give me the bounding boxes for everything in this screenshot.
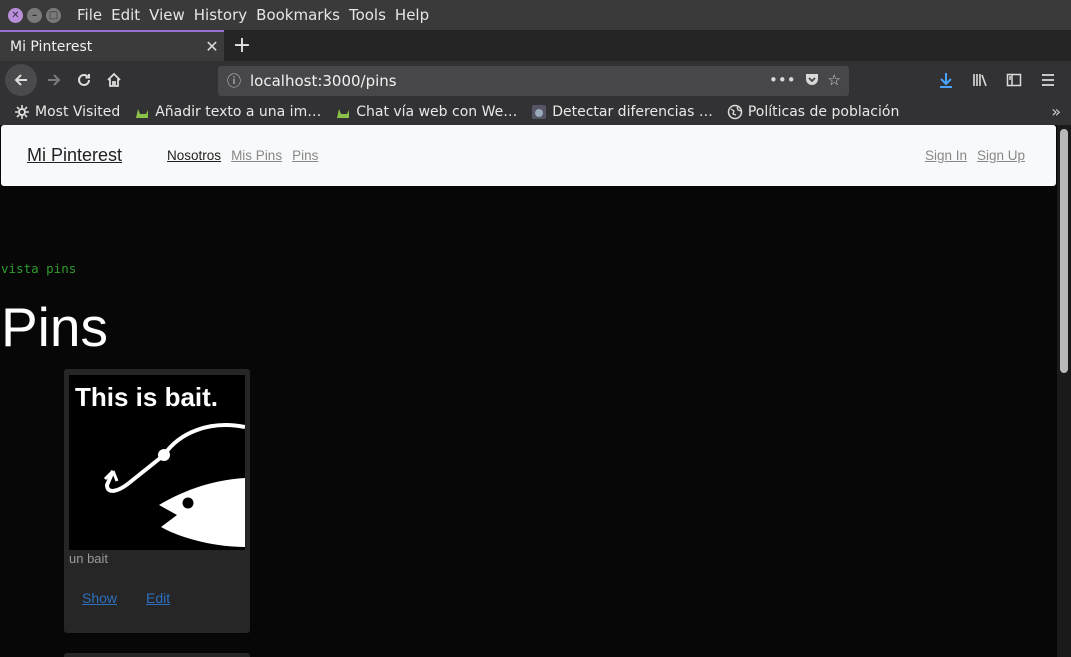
debug-label: vista pins: [1, 261, 77, 276]
site-navbar: Mi Pinterest Nosotros Mis Pins Pins Sign…: [1, 125, 1056, 186]
menu-file[interactable]: File: [77, 6, 102, 24]
sidebar-icon[interactable]: [999, 65, 1029, 95]
menu-view[interactable]: View: [149, 6, 185, 24]
dinosaur-icon: [335, 104, 351, 120]
site-brand-link[interactable]: Mi Pinterest: [27, 145, 122, 166]
bookmark-label: Chat vía web con We…: [356, 104, 518, 120]
bookmark-label: Añadir texto a una im…: [155, 104, 322, 120]
scrollbar-thumb[interactable]: [1060, 129, 1068, 373]
menu-history[interactable]: History: [194, 6, 247, 24]
pin-edit-link[interactable]: Edit: [146, 590, 170, 606]
nav-link-mis-pins[interactable]: Mis Pins: [231, 148, 282, 163]
close-tab-icon[interactable]: ✕: [200, 37, 224, 56]
forward-icon[interactable]: [39, 65, 69, 95]
page-content: Mi Pinterest Nosotros Mis Pins Pins Sign…: [0, 125, 1057, 657]
pin-show-link[interactable]: Show: [82, 590, 117, 606]
library-icon[interactable]: [965, 65, 995, 95]
sign-up-link[interactable]: Sign Up: [977, 148, 1025, 163]
tab-mi-pinterest[interactable]: Mi Pinterest ✕: [0, 30, 224, 61]
site-icon: [531, 104, 547, 120]
navigation-bar: ⓘ localhost:3000/pins ••• ☆: [0, 61, 1071, 99]
bookmark-label: Most Visited: [35, 104, 121, 120]
pin-description: un bait: [69, 551, 109, 566]
dinosaur-icon: [134, 104, 150, 120]
site-info-icon[interactable]: ⓘ: [218, 71, 250, 91]
bookmark-label: Detectar diferencias …: [552, 104, 713, 120]
page-scrollbar[interactable]: [1057, 125, 1071, 657]
nav-link-pins[interactable]: Pins: [292, 148, 318, 163]
gear-icon: [14, 104, 30, 120]
bookmark-chat-via-web[interactable]: Chat vía web con We…: [335, 104, 517, 120]
globe-icon: [727, 104, 743, 120]
window-controls: ✕ – □: [8, 7, 61, 23]
sign-in-link[interactable]: Sign In: [925, 148, 967, 163]
bookmark-detectar-diferencias[interactable]: Detectar diferencias …: [531, 104, 713, 120]
bookmark-star-icon[interactable]: ☆: [828, 71, 841, 91]
hamburger-menu-icon[interactable]: [1033, 65, 1063, 95]
menu-bar: ✕ – □ File Edit View History Bookmarks T…: [0, 0, 1071, 30]
nav-link-nosotros[interactable]: Nosotros: [167, 148, 221, 163]
back-icon[interactable]: [5, 64, 37, 96]
url-bar[interactable]: ⓘ localhost:3000/pins ••• ☆: [218, 66, 849, 96]
menu-bookmarks[interactable]: Bookmarks: [256, 6, 340, 24]
tab-strip: Mi Pinterest ✕ +: [0, 30, 1071, 61]
bookmark-politicas-poblacion[interactable]: Políticas de población: [727, 104, 899, 120]
pocket-icon[interactable]: [804, 71, 820, 91]
maximize-window-icon[interactable]: □: [46, 7, 61, 23]
page-title: Pins: [1, 296, 108, 358]
home-icon[interactable]: [99, 65, 129, 95]
menu-help[interactable]: Help: [395, 6, 429, 24]
bookmark-most-visited[interactable]: Most Visited: [14, 104, 120, 120]
bookmark-anadir-texto[interactable]: Añadir texto a una im…: [134, 104, 321, 120]
new-tab-icon[interactable]: +: [224, 30, 260, 61]
tab-title: Mi Pinterest: [10, 38, 93, 55]
minimize-window-icon[interactable]: –: [27, 7, 42, 23]
close-window-icon[interactable]: ✕: [8, 7, 23, 23]
bookmarks-toolbar: Most Visited Añadir texto a una im… Chat…: [0, 99, 1071, 125]
pin-image-text: This is bait.: [75, 382, 218, 412]
menu-edit[interactable]: Edit: [111, 6, 140, 24]
reload-icon[interactable]: [69, 65, 99, 95]
menu-tools[interactable]: Tools: [349, 6, 386, 24]
page-actions-icon[interactable]: •••: [769, 71, 796, 91]
url-text[interactable]: localhost:3000/pins: [250, 72, 769, 90]
chevron-double-right-icon[interactable]: »: [1051, 102, 1061, 121]
pin-card: This is bait. un bait Show Edit: [64, 369, 250, 633]
download-icon[interactable]: [931, 65, 961, 95]
pin-card: [64, 653, 250, 657]
bookmark-label: Políticas de población: [747, 104, 900, 120]
pin-image[interactable]: This is bait.: [69, 375, 245, 550]
